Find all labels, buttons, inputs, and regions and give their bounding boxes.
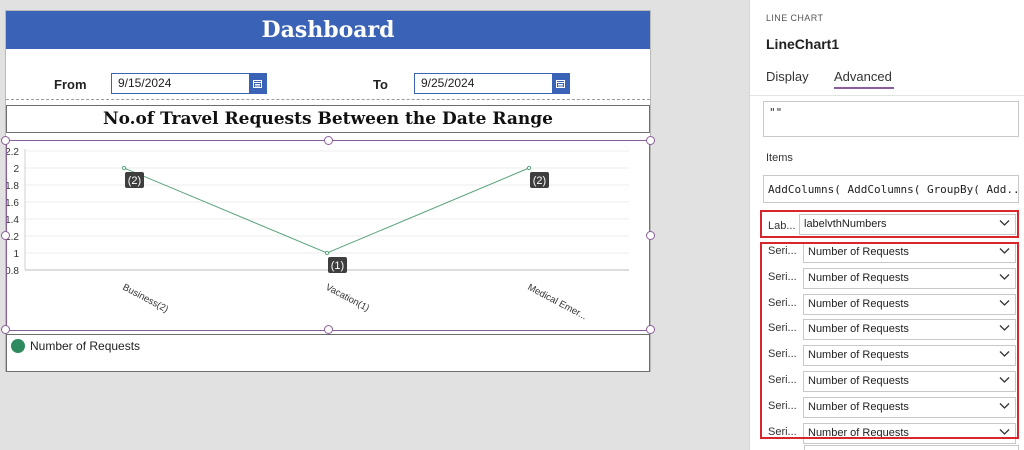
resize-handle-top[interactable]: [324, 136, 333, 145]
resize-handle-top-left[interactable]: [1, 136, 10, 145]
panel-divider: [750, 95, 1024, 96]
data-label: (2): [128, 175, 141, 187]
resize-handle-bottom-right[interactable]: [646, 325, 655, 334]
to-date-picker[interactable]: 9/25/2024: [414, 73, 570, 94]
properties-panel: LINE CHART LineChart1 Display Advanced "…: [749, 0, 1024, 450]
x-tick-label: Medical Emer...: [526, 282, 589, 322]
y-tick-label: 1.8: [7, 181, 19, 192]
highlight-labels: [760, 210, 1019, 238]
control-type-label: LINE CHART: [766, 13, 824, 23]
items-formula-text: AddColumns( AddColumns( GroupBy( Add...: [768, 183, 1019, 196]
resize-handle-left[interactable]: [1, 231, 10, 240]
y-tick-label: 1: [13, 249, 19, 260]
resize-handle-top-right[interactable]: [646, 136, 655, 145]
to-date-value: 9/25/2024: [421, 76, 475, 90]
tab-display[interactable]: Display: [766, 69, 809, 84]
data-point: [526, 165, 532, 171]
data-label: (2): [533, 175, 546, 187]
y-tick-label: 2: [13, 164, 19, 175]
tab-advanced[interactable]: Advanced: [834, 69, 892, 84]
from-label: From: [54, 77, 87, 92]
calendar-icon[interactable]: [552, 74, 569, 93]
dashboard-header: Dashboard: [6, 11, 650, 49]
data-label: (1): [331, 260, 344, 272]
legend-swatch: [11, 339, 25, 353]
line-chart[interactable]: 0.811.21.41.61.822.2Business(2)Vacation(…: [6, 140, 650, 331]
control-name[interactable]: LineChart1: [766, 36, 839, 52]
highlight-series: [760, 242, 1019, 439]
divider: [6, 99, 650, 100]
from-date-value: 9/15/2024: [118, 76, 172, 90]
next-dropdown-partial[interactable]: [804, 445, 1019, 450]
x-tick-label: Business(2): [121, 282, 170, 315]
property-value-text: "": [769, 106, 783, 119]
y-tick-label: 2.2: [7, 147, 19, 158]
y-tick-label: 0.8: [7, 266, 19, 277]
y-tick-label: 1.6: [7, 198, 19, 209]
line-chart-svg: 0.811.21.41.61.822.2Business(2)Vacation(…: [7, 147, 629, 322]
header-title: Dashboard: [261, 17, 395, 43]
series-line: [123, 167, 530, 254]
to-label: To: [373, 77, 388, 92]
resize-handle-bottom-left[interactable]: [1, 325, 10, 334]
chart-title-label[interactable]: No.of Travel Requests Between the Date R…: [6, 105, 650, 133]
calendar-icon[interactable]: [249, 74, 266, 93]
chart-title-text: No.of Travel Requests Between the Date R…: [103, 109, 553, 129]
resize-handle-right[interactable]: [646, 231, 655, 240]
app-screen: Dashboard From 9/15/2024 To 9/25/2024 No…: [1, 10, 655, 372]
active-tab-indicator: [834, 87, 894, 89]
x-tick-label: Vacation(1): [324, 282, 371, 314]
resize-handle-bottom[interactable]: [324, 325, 333, 334]
data-point: [324, 250, 330, 256]
data-point: [121, 165, 127, 171]
property-value-box[interactable]: "": [763, 101, 1019, 137]
from-date-picker[interactable]: 9/15/2024: [111, 73, 267, 94]
chart-legend[interactable]: Number of Requests: [6, 334, 650, 372]
items-label: Items: [766, 152, 793, 164]
items-formula-input[interactable]: AddColumns( AddColumns( GroupBy( Add...: [763, 175, 1019, 203]
legend-label: Number of Requests: [30, 339, 141, 353]
y-tick-label: 1.4: [7, 215, 19, 226]
